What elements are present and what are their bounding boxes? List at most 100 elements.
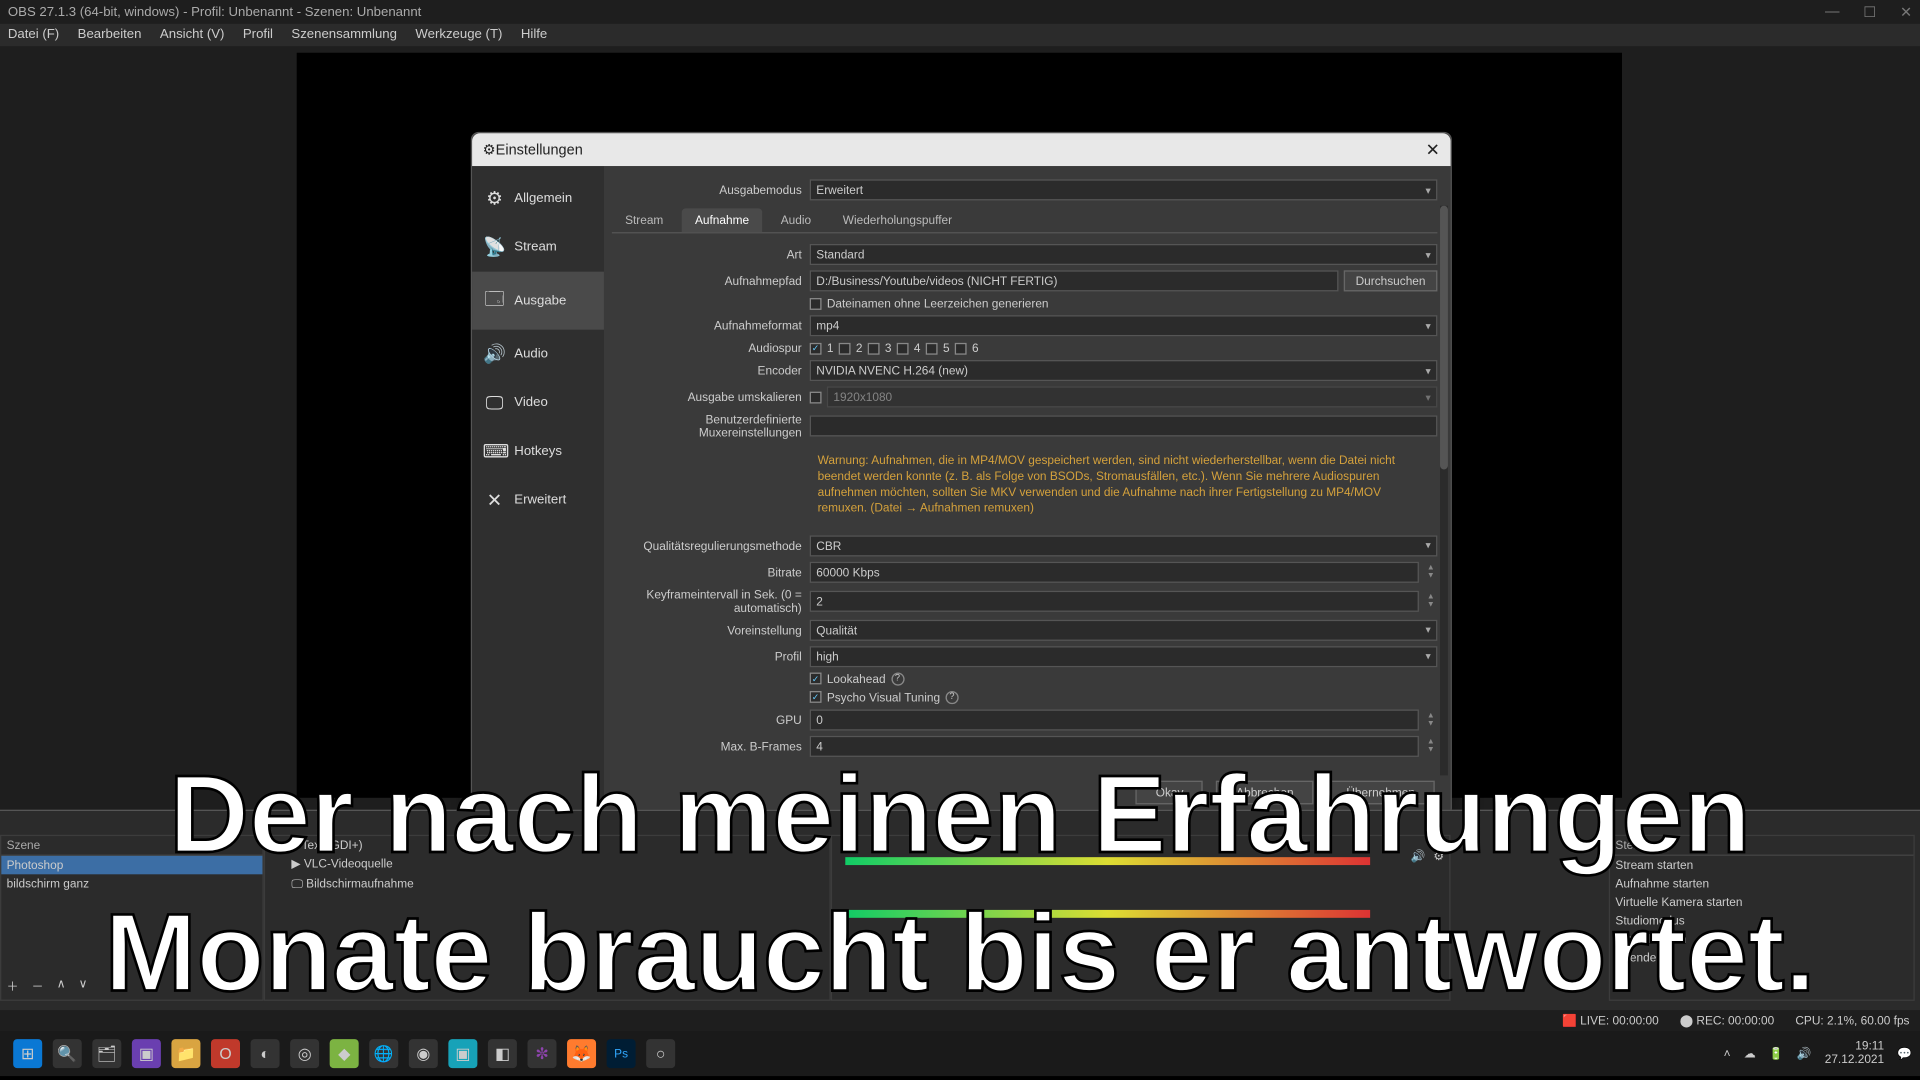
tab-aufnahme[interactable]: Aufnahme <box>682 208 762 232</box>
menu-item[interactable]: Bearbeiten <box>78 28 142 43</box>
settings-button[interactable]: Einstellungen <box>1610 930 1913 948</box>
close-icon[interactable]: ✕ <box>1900 3 1912 20</box>
source-item[interactable]: 🖵 Bildschirmaufnahme <box>265 874 829 894</box>
muxer-settings-input[interactable] <box>810 415 1438 436</box>
sidebar-item-audio[interactable]: 🔊Audio <box>472 330 604 379</box>
tray-chevron-icon[interactable]: ˄ <box>1724 1047 1731 1060</box>
encoder-select[interactable]: NVIDIA NVENC H.264 (new) <box>810 360 1438 381</box>
move-down-button[interactable]: ∨ <box>79 977 88 994</box>
profil-select[interactable]: high <box>810 646 1438 667</box>
volume-icon[interactable]: 🔊 <box>1411 849 1426 864</box>
task-view-icon[interactable]: 🗂 <box>92 1039 121 1068</box>
source-item[interactable]: ▶ VLC-Videoquelle <box>265 855 829 875</box>
app-icon[interactable]: ✼ <box>527 1039 556 1068</box>
gpu-spinner[interactable]: ▲▼ <box>1424 709 1437 730</box>
lookahead-checkbox[interactable] <box>810 673 822 685</box>
sidebar-item-video[interactable]: 🖵Video <box>472 378 604 427</box>
audiospur-5-checkbox[interactable] <box>926 342 938 354</box>
chrome-icon[interactable]: ◐ <box>251 1039 280 1068</box>
abbrechen-button[interactable]: Abbrechen <box>1216 780 1313 804</box>
gpu-input[interactable]: 0 <box>810 709 1419 730</box>
sidebar-item-ausgabe[interactable]: 🗔Ausgabe <box>472 272 604 330</box>
add-scene-button[interactable]: ＋ <box>7 977 19 994</box>
audiospur-2-checkbox[interactable] <box>839 342 851 354</box>
streamlabs-icon[interactable]: ▣ <box>448 1039 477 1068</box>
taskbar-clock[interactable]: 19:11 27.12.2021 <box>1825 1041 1884 1067</box>
start-virtualcam-button[interactable]: Virtuelle Kamera starten <box>1610 893 1913 911</box>
start-button[interactable]: ⊞ <box>13 1039 42 1068</box>
exit-button[interactable]: Beenden <box>1610 948 1913 966</box>
notifications-icon[interactable]: 💬 <box>1897 1046 1912 1061</box>
app-icon[interactable]: ○ <box>646 1039 675 1068</box>
maximize-icon[interactable]: ☐ <box>1863 3 1876 20</box>
resolve-icon[interactable]: ◧ <box>488 1039 517 1068</box>
menu-item[interactable]: Hilfe <box>521 28 547 43</box>
scrollbar[interactable] <box>1440 206 1448 775</box>
help-icon[interactable]: ? <box>945 690 958 703</box>
audiospur-6-checkbox[interactable] <box>955 342 967 354</box>
remove-scene-button[interactable]: － <box>32 977 44 994</box>
ausgabemodus-select[interactable]: Erweitert <box>810 179 1438 200</box>
app-icon[interactable]: ◆ <box>330 1039 359 1068</box>
bitrate-input[interactable]: 60000 Kbps <box>810 561 1419 582</box>
menu-item[interactable]: Szenensammlung <box>291 28 397 43</box>
bframes-input[interactable]: 4 <box>810 735 1419 756</box>
menu-item[interactable]: Profil <box>243 28 273 43</box>
preset-select[interactable]: Qualität <box>810 619 1438 640</box>
move-up-button[interactable]: ∧ <box>57 977 66 994</box>
steam-icon[interactable]: ◎ <box>290 1039 319 1068</box>
studio-mode-button[interactable]: Studiomodus <box>1610 911 1913 929</box>
monitor-icon: 🖵 <box>483 392 507 414</box>
okay-button[interactable]: Okay <box>1136 780 1203 804</box>
audiospur-3-checkbox[interactable] <box>868 342 880 354</box>
minimize-icon[interactable]: — <box>1825 3 1840 20</box>
volume-icon[interactable]: 🔊 <box>1797 1046 1812 1061</box>
scene-item[interactable]: bildschirm ganz <box>1 874 262 892</box>
rescale-checkbox[interactable] <box>810 391 822 403</box>
aufnahmepfad-input[interactable]: D:/Business/Youtube/videos (NICHT FERTIG… <box>810 270 1339 291</box>
uebernehmen-button[interactable]: Übernehmen <box>1327 780 1435 804</box>
bframes-spinner[interactable]: ▲▼ <box>1424 735 1437 756</box>
start-stream-button[interactable]: Stream starten <box>1610 856 1913 874</box>
keyframe-spinner[interactable]: ▲▼ <box>1424 590 1437 611</box>
explorer-icon[interactable]: 📁 <box>171 1039 200 1068</box>
tab-stream[interactable]: Stream <box>612 208 677 232</box>
audiospur-1-checkbox[interactable] <box>810 342 822 354</box>
sidebar-item-hotkeys[interactable]: ⌨Hotkeys <box>472 427 604 476</box>
start-recording-button[interactable]: Aufnahme starten <box>1610 874 1913 892</box>
no-space-checkbox[interactable] <box>810 297 822 309</box>
menu-item[interactable]: Ansicht (V) <box>160 28 224 43</box>
app-icon[interactable]: ▣ <box>132 1039 161 1068</box>
close-dialog-button[interactable]: ✕ <box>1426 139 1440 160</box>
psycho-checkbox[interactable] <box>810 691 822 703</box>
durchsuchen-button[interactable]: Durchsuchen <box>1344 270 1438 291</box>
firefox-icon[interactable]: 🦊 <box>567 1039 596 1068</box>
keyframe-input[interactable]: 2 <box>810 590 1419 611</box>
menu-item[interactable]: Datei (F) <box>8 28 59 43</box>
audiospur-4-checkbox[interactable] <box>897 342 909 354</box>
sidebar-item-allgemein[interactable]: ⚙Allgemein <box>472 174 604 223</box>
status-bar: 🟥 LIVE: 00:00:00 ⬤ REC: 00:00:00 CPU: 2.… <box>0 1010 1920 1031</box>
search-icon[interactable]: 🔍 <box>53 1039 82 1068</box>
onedrive-icon[interactable]: ☁ <box>1744 1046 1756 1061</box>
aufnahmeformat-select[interactable]: mp4 <box>810 315 1438 336</box>
art-select[interactable]: Standard <box>810 244 1438 265</box>
help-icon[interactable]: ? <box>891 672 904 685</box>
obs-icon[interactable]: ◉ <box>409 1039 438 1068</box>
sidebar-item-stream[interactable]: 📡Stream <box>472 223 604 272</box>
scene-item[interactable]: Photoshop <box>1 856 262 874</box>
gear-icon[interactable]: ⚙ <box>1433 849 1444 864</box>
tab-audio[interactable]: Audio <box>768 208 825 232</box>
sidebar-item-erweitert[interactable]: ✕Erweitert <box>472 476 604 525</box>
tab-replaybuffer[interactable]: Wiederholungspuffer <box>830 208 966 232</box>
menu-item[interactable]: Werkzeuge (T) <box>415 28 502 43</box>
source-item[interactable]: T Text (GDI+) <box>265 836 829 854</box>
ratecontrol-select[interactable]: CBR <box>810 535 1438 556</box>
battery-icon[interactable]: 🔋 <box>1769 1046 1784 1061</box>
photoshop-icon[interactable]: Ps <box>607 1039 636 1068</box>
app-icon[interactable]: 🌐 <box>369 1039 398 1068</box>
bitrate-spinner[interactable]: ▲▼ <box>1424 561 1437 582</box>
live-status: LIVE: 00:00:00 <box>1580 1013 1659 1026</box>
ausgabemodus-label: Ausgabemodus <box>612 183 810 196</box>
opera-icon[interactable]: O <box>211 1039 240 1068</box>
